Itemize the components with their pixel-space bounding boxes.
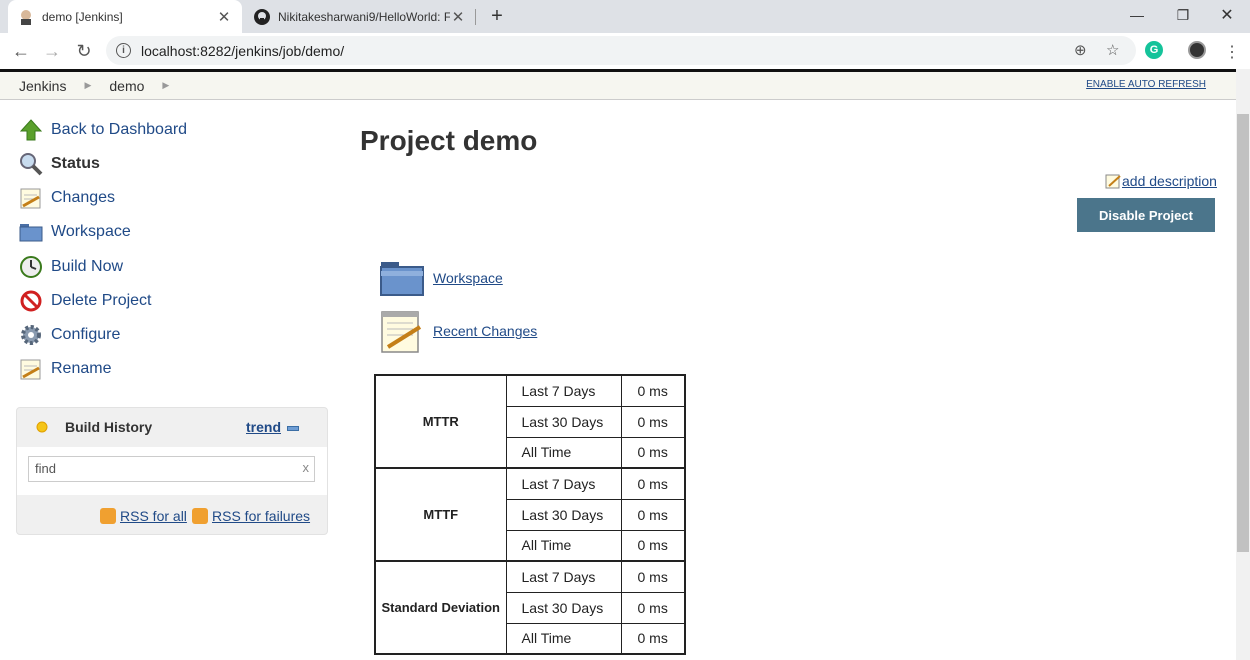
notepad-icon [18,357,44,381]
browser-toolbar: ← → ↻ i localhost:8282/jenkins/job/demo/… [0,33,1250,69]
stat-value: 0 ms [620,591,686,624]
folder-icon [18,220,44,244]
up-arrow-icon [18,118,44,142]
scrollbar[interactable] [1236,69,1250,660]
sidebar-item-workspace[interactable]: Workspace [18,218,131,246]
table-row: Standard Deviation Last 7 Days 0 ms [374,560,686,655]
stat-period: Last 30 Days [505,405,622,438]
build-history-panel: Build History trend find x RSS for all R… [16,407,328,535]
page-title: Project demo [360,125,538,156]
stat-value: 0 ms [620,374,686,407]
stat-value: 0 ms [620,622,686,655]
forward-button[interactable]: → [40,39,64,63]
build-history-header: Build History trend [17,408,327,446]
clock-icon [18,255,44,279]
breadcrumb-jenkins[interactable]: Jenkins [19,78,66,94]
notepad-icon [18,186,44,210]
collapse-icon[interactable] [287,426,299,431]
sidebar-item-status[interactable]: Status [18,150,100,178]
stat-period: Last 30 Days [505,498,622,531]
bookmark-star-icon[interactable]: ☆ [1106,41,1119,59]
sidebar-item-delete-project[interactable]: Delete Project [18,287,152,315]
stat-value: 0 ms [620,405,686,438]
tab-title: demo [Jenkins] [42,9,123,24]
disable-project-button[interactable]: Disable Project [1077,198,1215,232]
build-search-input[interactable]: find [28,456,315,482]
stat-period: Last 7 Days [505,374,622,407]
stat-value: 0 ms [620,498,686,531]
no-entry-icon [18,289,44,313]
clear-search-icon[interactable]: x [303,460,310,475]
breadcrumb-demo[interactable]: demo [109,78,144,94]
rss-all-link[interactable]: RSS for all [100,508,187,524]
tab-jenkins[interactable]: demo [Jenkins] ✕ [8,0,242,33]
tab-title: Nikitakesharwani9/HelloWorld: F [278,9,450,24]
site-info-icon[interactable]: i [116,43,131,58]
build-history-title: Build History [65,419,153,435]
stat-group-label: MTTR [374,374,507,469]
address-bar[interactable]: i localhost:8282/jenkins/job/demo/ ⊕ ☆ [106,36,1136,65]
breadcrumb-arrow-icon[interactable]: ▶ [84,80,91,91]
jenkins-page: Jenkins ▶ demo ▶ ENABLE AUTO REFRESH Bac… [0,69,1236,660]
table-row: MTTF Last 7 Days 0 ms [374,467,686,562]
folder-icon [378,254,426,302]
add-description-link[interactable]: add description [1105,173,1217,189]
sidebar-item-rename[interactable]: Rename [18,355,111,383]
sidebar-item-build-now[interactable]: Build Now [18,253,123,281]
sidebar-item-changes[interactable]: Changes [18,184,115,212]
stat-value: 0 ms [620,529,686,562]
stat-value: 0 ms [620,436,686,469]
stat-period: Last 7 Days [505,467,622,500]
stat-period: All Time [505,436,622,469]
jenkins-favicon-icon [21,9,31,25]
table-row: MTTR Last 7 Days 0 ms [374,374,686,469]
close-tab-icon[interactable]: ✕ [450,8,466,26]
recent-changes-link[interactable]: Recent Changes [378,307,537,355]
enable-auto-refresh-link[interactable]: ENABLE AUTO REFRESH [1086,79,1206,90]
url-text[interactable]: localhost:8282/jenkins/job/demo/ [141,43,344,59]
notepad-icon [378,307,426,355]
breadcrumb: Jenkins ▶ demo ▶ ENABLE AUTO REFRESH [0,72,1236,100]
scrollbar-thumb[interactable] [1237,114,1249,552]
edit-icon [1105,174,1121,189]
sun-icon [36,421,48,433]
stat-period: All Time [505,622,622,655]
sidebar-item-back-to-dashboard[interactable]: Back to Dashboard [18,116,187,144]
tab-divider [475,9,476,25]
github-icon [254,8,270,25]
profile-avatar[interactable] [1188,41,1206,59]
stat-group-label: MTTF [374,467,507,562]
stat-group-label: Standard Deviation [374,560,507,655]
reload-button[interactable]: ↻ [72,39,96,63]
workspace-link[interactable]: Workspace [378,254,503,302]
new-tab-button[interactable]: + [486,5,508,28]
close-window-button[interactable]: ✕ [1204,0,1250,30]
breadcrumb-arrow-icon[interactable]: ▶ [162,80,169,91]
rss-icon [100,508,116,524]
zoom-icon[interactable]: ⊕ [1074,41,1087,59]
browser-tab-bar: demo [Jenkins] ✕ Nikitakesharwani9/Hello… [0,0,1250,33]
stat-value: 0 ms [620,467,686,500]
close-tab-icon[interactable]: ✕ [216,8,232,26]
minimize-button[interactable]: — [1114,0,1160,30]
grammarly-icon[interactable]: G [1145,41,1163,59]
rss-failures-link[interactable]: RSS for failures [192,508,310,524]
stat-period: All Time [505,529,622,562]
sidebar-item-configure[interactable]: Configure [18,321,120,349]
gear-icon [18,323,44,347]
magnifier-icon [18,152,44,176]
stat-period: Last 7 Days [505,560,622,593]
menu-icon[interactable]: ⋮ [1224,42,1240,62]
stat-value: 0 ms [620,560,686,593]
back-button[interactable]: ← [9,39,33,63]
rss-icon [192,508,208,524]
restore-button[interactable]: ❐ [1160,0,1206,30]
build-history-search-area: find x [17,447,327,495]
stat-period: Last 30 Days [505,591,622,624]
trend-link[interactable]: trend [246,419,281,435]
build-stats-table: MTTR Last 7 Days 0 ms Last 30 Days 0 ms All T… [374,374,686,655]
tab-github[interactable]: Nikitakesharwani9/HelloWorld: F ✕ [244,0,476,33]
